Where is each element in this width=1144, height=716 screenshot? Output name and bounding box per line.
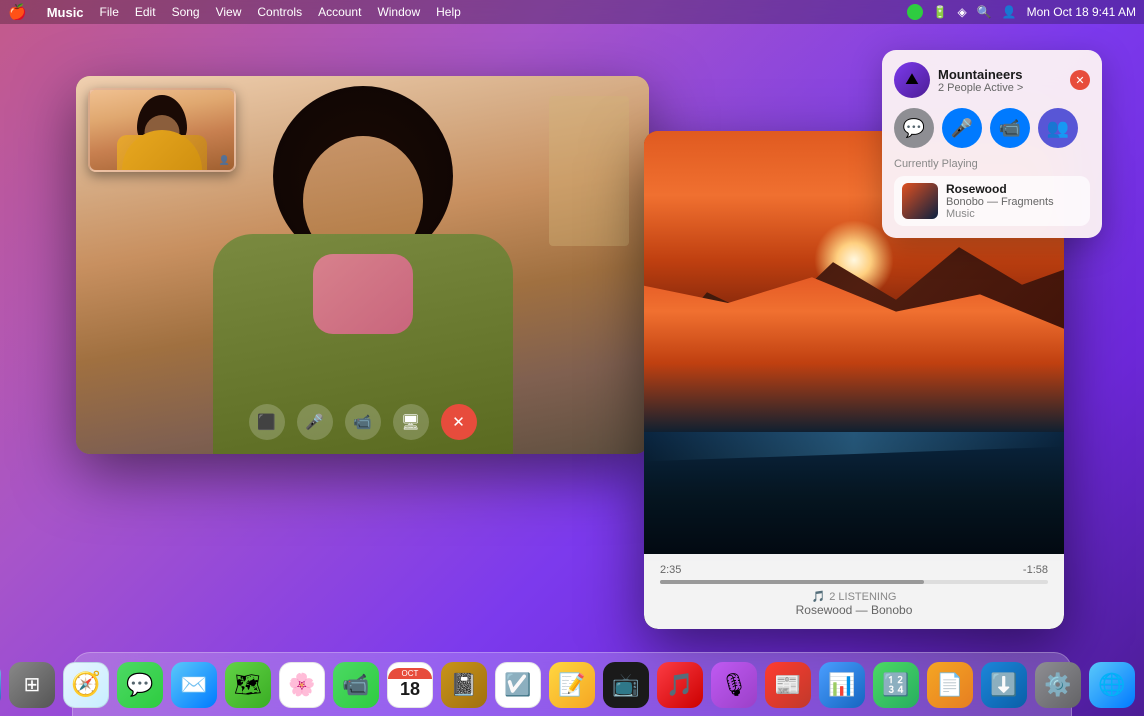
dock-item-mail[interactable]: ✉️	[171, 662, 217, 708]
pip-body	[117, 135, 207, 170]
album-art-thumbnail	[902, 183, 938, 219]
dock-item-reminders[interactable]: ☑️	[495, 662, 541, 708]
group-name: Mountaineers	[938, 67, 1062, 82]
song-app: Music	[946, 208, 1054, 220]
camera-toggle-button[interactable]: 📹	[345, 404, 381, 440]
end-call-button[interactable]: ✕	[441, 404, 477, 440]
menubar: 🍎 Music File Edit Song View Controls Acc…	[0, 0, 1144, 24]
pip-video: 👤	[90, 90, 234, 170]
dock-item-keynote[interactable]: 📊	[819, 662, 865, 708]
dock-item-finder[interactable]: 🔵	[0, 662, 1, 708]
dock-item-messages[interactable]: 💬	[117, 662, 163, 708]
shareplay-title-area: Mountaineers 2 People Active >	[938, 67, 1062, 94]
menubar-account[interactable]: Account	[318, 5, 361, 19]
shareplay-header: Mountaineers 2 People Active > ✕	[894, 62, 1090, 98]
menubar-edit[interactable]: Edit	[135, 5, 156, 19]
message-action-button[interactable]: 💬	[894, 108, 934, 148]
dock-item-calendar[interactable]: OCT 18	[387, 662, 433, 708]
now-playing-row: Rosewood Bonobo — Fragments Music	[894, 176, 1090, 226]
dock-container: 🔵 ⊞ 🧭 💬 ✉️ 🗺 🌸 📹 OCT	[0, 652, 1144, 716]
dock-item-podcasts[interactable]: 🎙	[711, 662, 757, 708]
menubar-controls[interactable]: Controls	[257, 5, 302, 19]
water-reflection	[791, 332, 871, 432]
birds-dots: • • • •	[749, 368, 788, 377]
music-song-info: Rosewood — Bonobo	[660, 603, 1048, 617]
dock-item-numbers[interactable]: 🔢	[873, 662, 919, 708]
birds-dots-2: • • • • •	[812, 389, 865, 395]
room-lamp	[549, 96, 629, 246]
dock-item-notes-b[interactable]: 📓	[441, 662, 487, 708]
menubar-right: 🔋 ◈ 🔍 👤 Mon Oct 18 9:41 AM	[907, 4, 1136, 20]
currently-playing-label: Currently Playing	[894, 158, 1090, 170]
facetime-window[interactable]: 👤 ⬛ 🎤 📹 🖥 ✕	[76, 76, 649, 454]
song-album-artist: Bonobo — Fragments	[946, 196, 1054, 208]
ocean-water	[644, 346, 1064, 561]
music-progress-times: 2:35 -1:58	[660, 564, 1048, 576]
shareplay-close-button[interactable]: ✕	[1070, 70, 1090, 90]
shareplay-icon: 🎵	[812, 590, 826, 603]
search-icon[interactable]: 🔍	[977, 5, 992, 19]
menubar-help[interactable]: Help	[436, 5, 461, 19]
dock-item-screentime[interactable]: 🌐	[1089, 662, 1135, 708]
dock-item-photos[interactable]: 🌸	[279, 662, 325, 708]
menubar-song[interactable]: Song	[172, 5, 200, 19]
menubar-file[interactable]: File	[100, 5, 119, 19]
shareplay-menu-icon[interactable]	[907, 4, 923, 20]
dock: 🔵 ⊞ 🧭 💬 ✉️ 🗺 🌸 📹 OCT	[72, 652, 1072, 716]
group-avatar	[894, 62, 930, 98]
menubar-app-name[interactable]: Music	[47, 5, 84, 20]
shareplay-action-button[interactable]: 👥	[1038, 108, 1078, 148]
dock-item-system-prefs[interactable]: ⚙️	[1035, 662, 1081, 708]
dock-item-facetime[interactable]: 📹	[333, 662, 379, 708]
dock-item-launchpad[interactable]: ⊞	[9, 662, 55, 708]
facetime-controls: ⬛ 🎤 📹 🖥 ✕	[249, 404, 477, 440]
pip-icon: 👤	[219, 155, 230, 166]
apple-menu[interactable]: 🍎	[8, 3, 27, 21]
pip-face	[145, 115, 180, 150]
sidebar-toggle-button[interactable]: ⬛	[249, 404, 285, 440]
menubar-window[interactable]: Window	[377, 5, 420, 19]
battery-icon: 🔋	[933, 5, 948, 19]
screenshare-button[interactable]: 🖥	[393, 404, 429, 440]
caller-scarf	[313, 254, 413, 334]
camera-action-button[interactable]: 📹	[990, 108, 1030, 148]
datetime: Mon Oct 18 9:41 AM	[1027, 5, 1136, 19]
dock-item-music[interactable]: 🎵	[657, 662, 703, 708]
dock-item-news[interactable]: 📰	[765, 662, 811, 708]
music-progress-bar[interactable]	[660, 580, 1048, 584]
dock-item-notes[interactable]: 📝	[549, 662, 595, 708]
music-controls-bar: 2:35 -1:58 🎵 2 LISTENING Rosewood — Bono…	[644, 554, 1064, 629]
mic-action-button[interactable]: 🎤	[942, 108, 982, 148]
dock-item-appletv[interactable]: 📺	[603, 662, 649, 708]
people-active[interactable]: 2 People Active >	[938, 82, 1062, 94]
user-icon: 👤	[1002, 5, 1017, 19]
facetime-main-video: 👤 ⬛ 🎤 📹 🖥 ✕	[76, 76, 649, 454]
menubar-left: 🍎 Music File Edit Song View Controls Acc…	[8, 3, 461, 21]
music-time-current: 2:35	[660, 564, 681, 576]
dock-item-pages[interactable]: 📄	[927, 662, 973, 708]
music-progress-fill	[660, 580, 924, 584]
listening-count: 2 LISTENING	[829, 591, 896, 603]
dock-item-maps[interactable]: 🗺	[225, 662, 271, 708]
menubar-view[interactable]: View	[216, 5, 242, 19]
dock-item-appstore[interactable]: ⬇️	[981, 662, 1027, 708]
desktop: 👤 ⬛ 🎤 📹 🖥 ✕ • •	[0, 24, 1144, 652]
now-playing-info: Rosewood Bonobo — Fragments Music	[946, 182, 1054, 220]
shareplay-popup: Mountaineers 2 People Active > ✕ 💬 🎤 📹 👥…	[882, 50, 1102, 238]
dock-item-safari[interactable]: 🧭	[63, 662, 109, 708]
pip-window[interactable]: 👤	[88, 88, 236, 172]
music-listening-info: 🎵 2 LISTENING	[660, 590, 1048, 603]
mute-button[interactable]: 🎤	[297, 404, 333, 440]
wifi-icon: ◈	[957, 5, 966, 19]
music-time-remaining: -1:58	[1023, 564, 1048, 576]
song-title: Rosewood	[946, 182, 1054, 196]
shareplay-actions: 💬 🎤 📹 👥	[894, 108, 1090, 148]
